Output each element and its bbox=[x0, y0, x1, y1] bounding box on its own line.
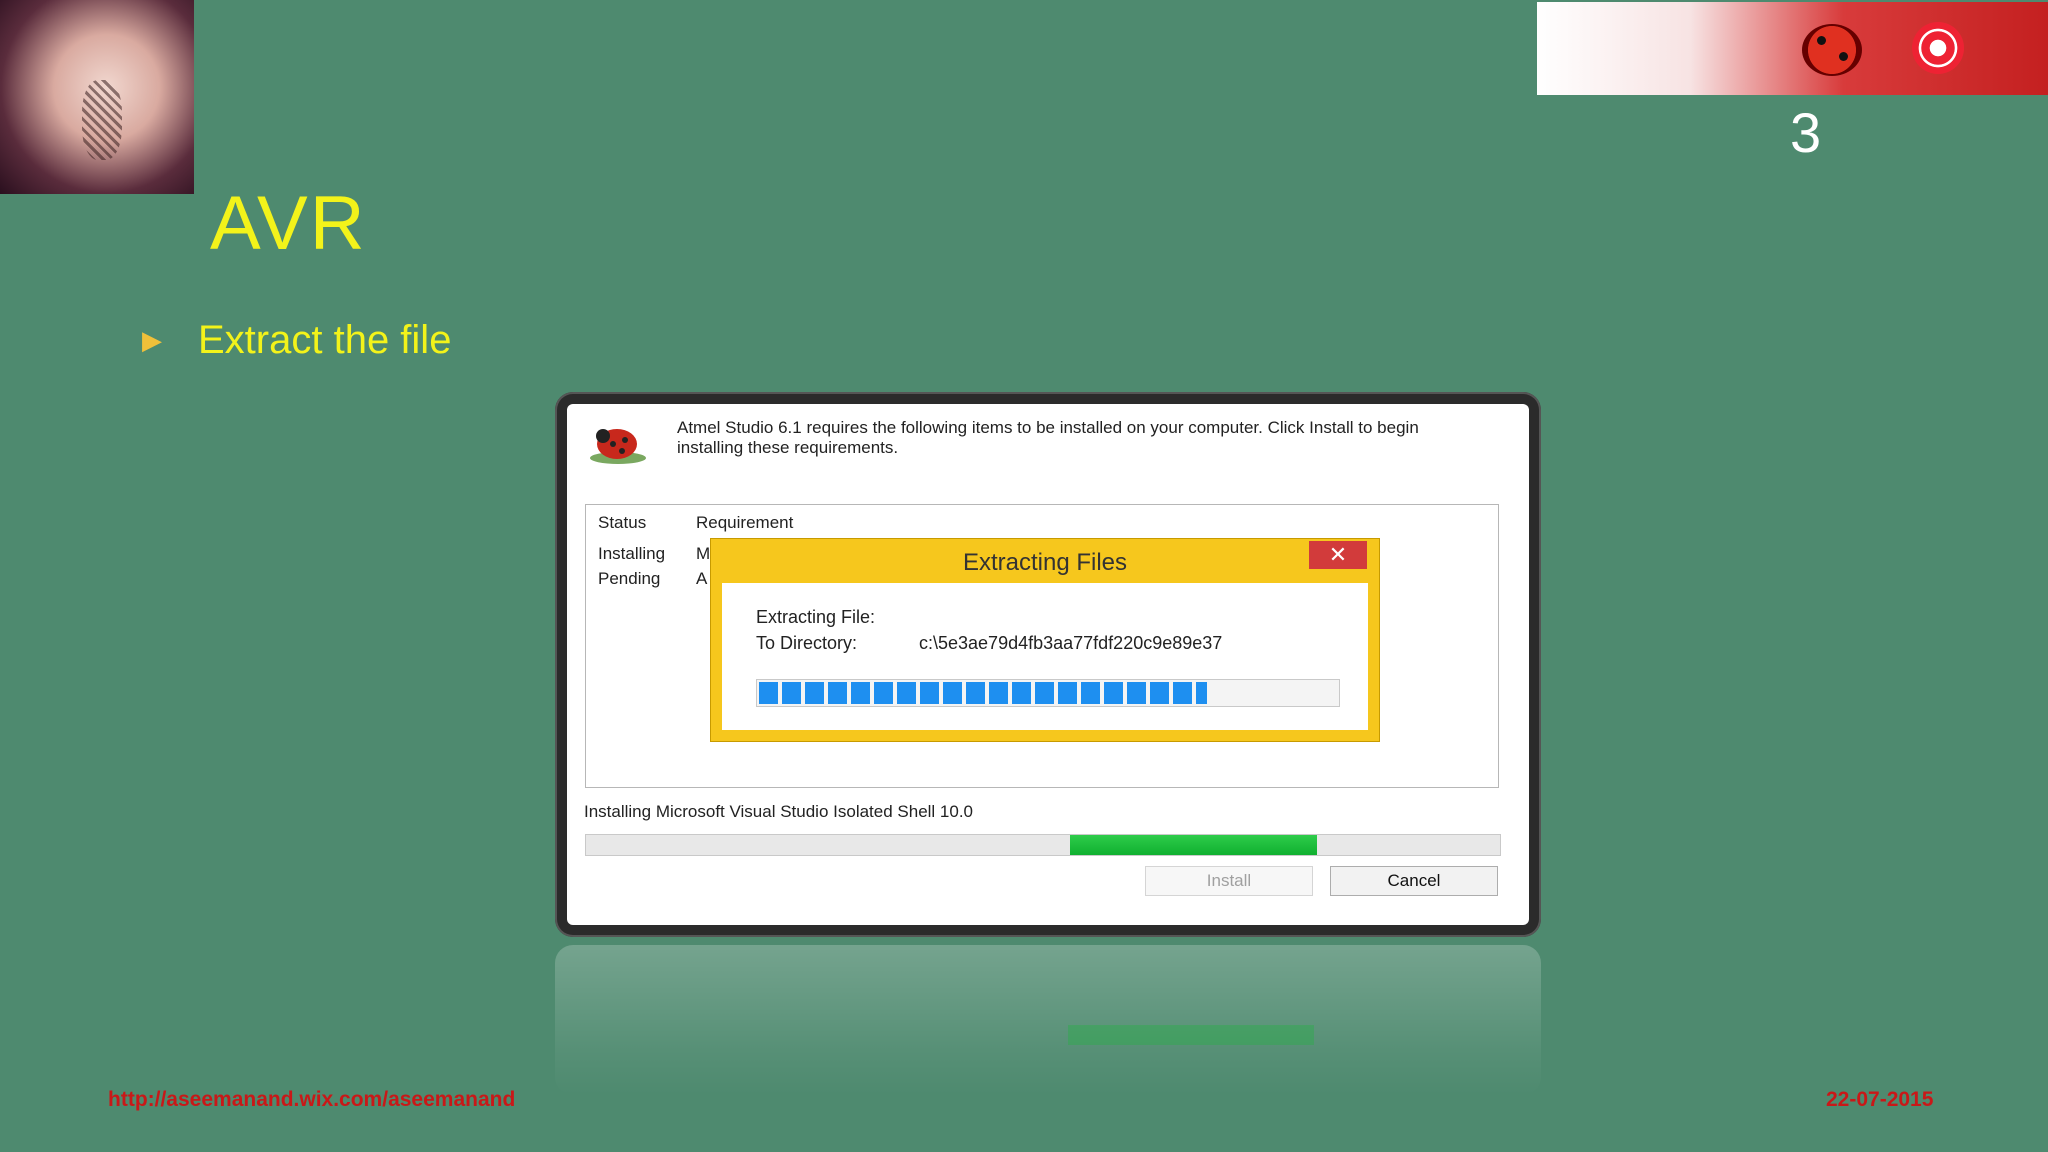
window-reflection bbox=[555, 945, 1541, 1095]
install-progress-fill bbox=[1070, 835, 1318, 855]
extract-dialog-title: Extracting Files bbox=[962, 549, 1128, 576]
cancel-button[interactable]: Cancel bbox=[1330, 866, 1498, 896]
row-status: Pending bbox=[598, 569, 661, 588]
extracting-files-dialog: Extracting Files ✕ Extracting File: To D… bbox=[710, 538, 1380, 742]
column-status: Status bbox=[598, 513, 647, 532]
ladybug-spot bbox=[1839, 52, 1848, 61]
row-status: Installing bbox=[598, 544, 666, 563]
footer-url[interactable]: http://aseemanand.wix.com/aseemanand bbox=[108, 1088, 515, 1112]
directory-path: c:\5e3ae79d4fb3aa77fdf220c9e89e37 bbox=[919, 633, 1223, 653]
install-progress-bar bbox=[585, 834, 1501, 856]
install-progress-caption: Installing Microsoft Visual Studio Isola… bbox=[584, 802, 974, 821]
slide-number: 3 bbox=[1790, 101, 1822, 164]
extract-dialog-body: Extracting File: To Directory: c:\5e3ae7… bbox=[722, 583, 1368, 730]
atmel-ladybug-icon bbox=[590, 429, 646, 464]
install-button[interactable]: Install bbox=[1145, 866, 1313, 896]
extract-progress-bar bbox=[756, 679, 1340, 707]
footer-date: 22-07-2015 bbox=[1826, 1088, 1934, 1111]
extracting-file-label: Extracting File: bbox=[756, 607, 876, 627]
presenter-photo bbox=[0, 0, 194, 194]
row-requirement: A bbox=[696, 569, 708, 588]
row-requirement: M bbox=[696, 544, 711, 563]
ladybug-spot bbox=[1817, 36, 1826, 45]
reflection-progress bbox=[1068, 1025, 1314, 1045]
column-requirement: Requirement bbox=[696, 513, 794, 532]
close-icon: ✕ bbox=[1328, 542, 1348, 567]
extract-progress-fill bbox=[759, 682, 1208, 704]
to-directory-label: To Directory: bbox=[756, 633, 858, 653]
bullet-item: ▶ Extract the file bbox=[142, 318, 451, 363]
slide-title: AVR bbox=[210, 181, 367, 266]
ladybug-banner bbox=[1537, 2, 2048, 95]
ladybug-icon bbox=[1802, 24, 1862, 76]
installer-header-text: Atmel Studio 6.1 requires the following … bbox=[677, 418, 1419, 457]
tattoo-pattern bbox=[82, 80, 122, 160]
flower-icon bbox=[1912, 22, 1964, 74]
bullet-text: Extract the file bbox=[198, 318, 452, 362]
close-button[interactable]: ✕ bbox=[1309, 541, 1367, 569]
triangle-bullet-icon: ▶ bbox=[142, 325, 162, 355]
